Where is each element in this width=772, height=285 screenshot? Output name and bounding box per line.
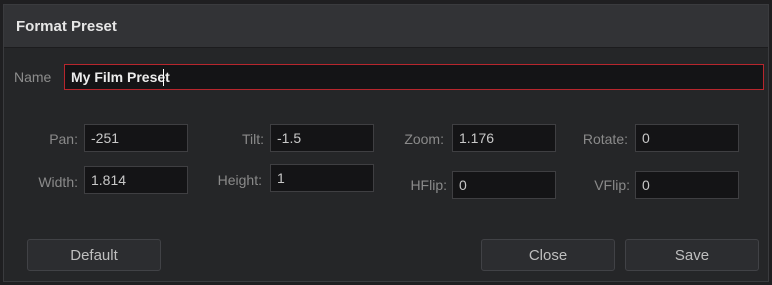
pan-input[interactable]: [84, 124, 188, 152]
height-input[interactable]: [270, 164, 374, 192]
vflip-input[interactable]: [635, 171, 739, 199]
tilt-input[interactable]: [270, 124, 374, 152]
width-label: Width:: [38, 174, 78, 190]
name-label: Name: [14, 69, 52, 85]
vflip-label: VFlip:: [594, 177, 630, 193]
default-button[interactable]: Default: [27, 239, 161, 271]
rotate-label: Rotate:: [582, 131, 628, 147]
tilt-label: Tilt:: [241, 131, 264, 147]
text-cursor: [163, 69, 164, 86]
close-button[interactable]: Close: [481, 239, 615, 271]
rotate-input[interactable]: [635, 124, 739, 152]
zoom-input[interactable]: [452, 124, 556, 152]
dialog-title: Format Preset: [16, 18, 117, 35]
height-label: Height:: [217, 172, 262, 188]
zoom-label: Zoom:: [404, 131, 444, 147]
width-input[interactable]: [84, 166, 188, 194]
save-button[interactable]: Save: [625, 239, 759, 271]
pan-label: Pan:: [49, 131, 78, 147]
hflip-label: HFlip:: [410, 177, 447, 193]
hflip-input[interactable]: [452, 171, 556, 199]
name-input[interactable]: [64, 64, 764, 90]
dialog-titlebar: Format Preset: [4, 5, 768, 48]
